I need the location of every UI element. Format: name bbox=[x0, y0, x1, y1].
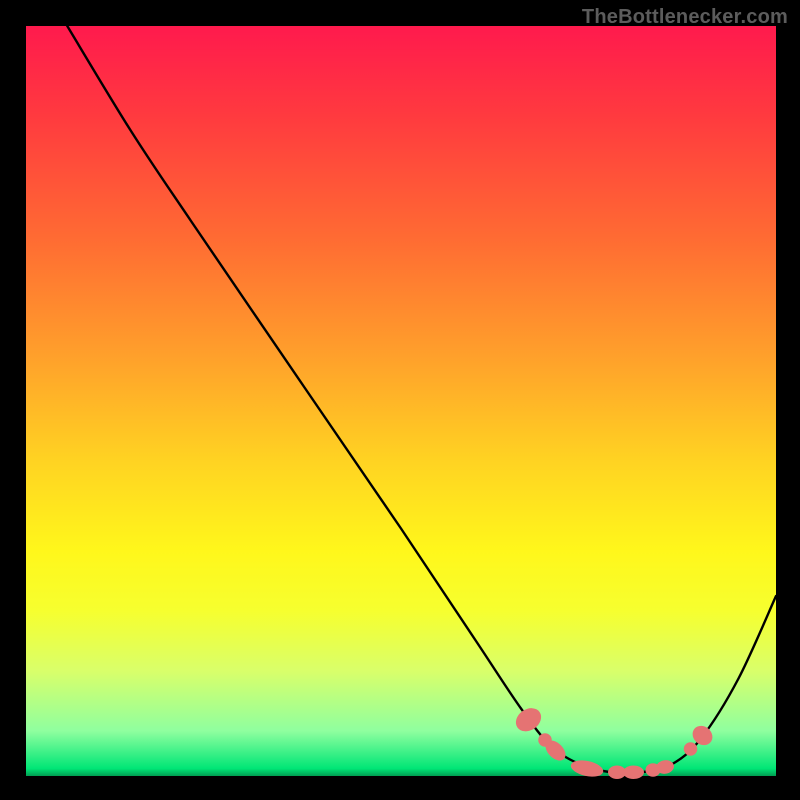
curve-markers bbox=[511, 703, 716, 779]
chart-svg bbox=[26, 26, 776, 776]
curve-marker bbox=[623, 766, 644, 780]
chart-frame: TheBottlenecker.com bbox=[0, 0, 800, 800]
curve-marker bbox=[684, 742, 698, 756]
bottleneck-curve bbox=[67, 26, 776, 773]
attribution-label: TheBottlenecker.com bbox=[582, 6, 788, 29]
curve-marker bbox=[511, 703, 545, 736]
